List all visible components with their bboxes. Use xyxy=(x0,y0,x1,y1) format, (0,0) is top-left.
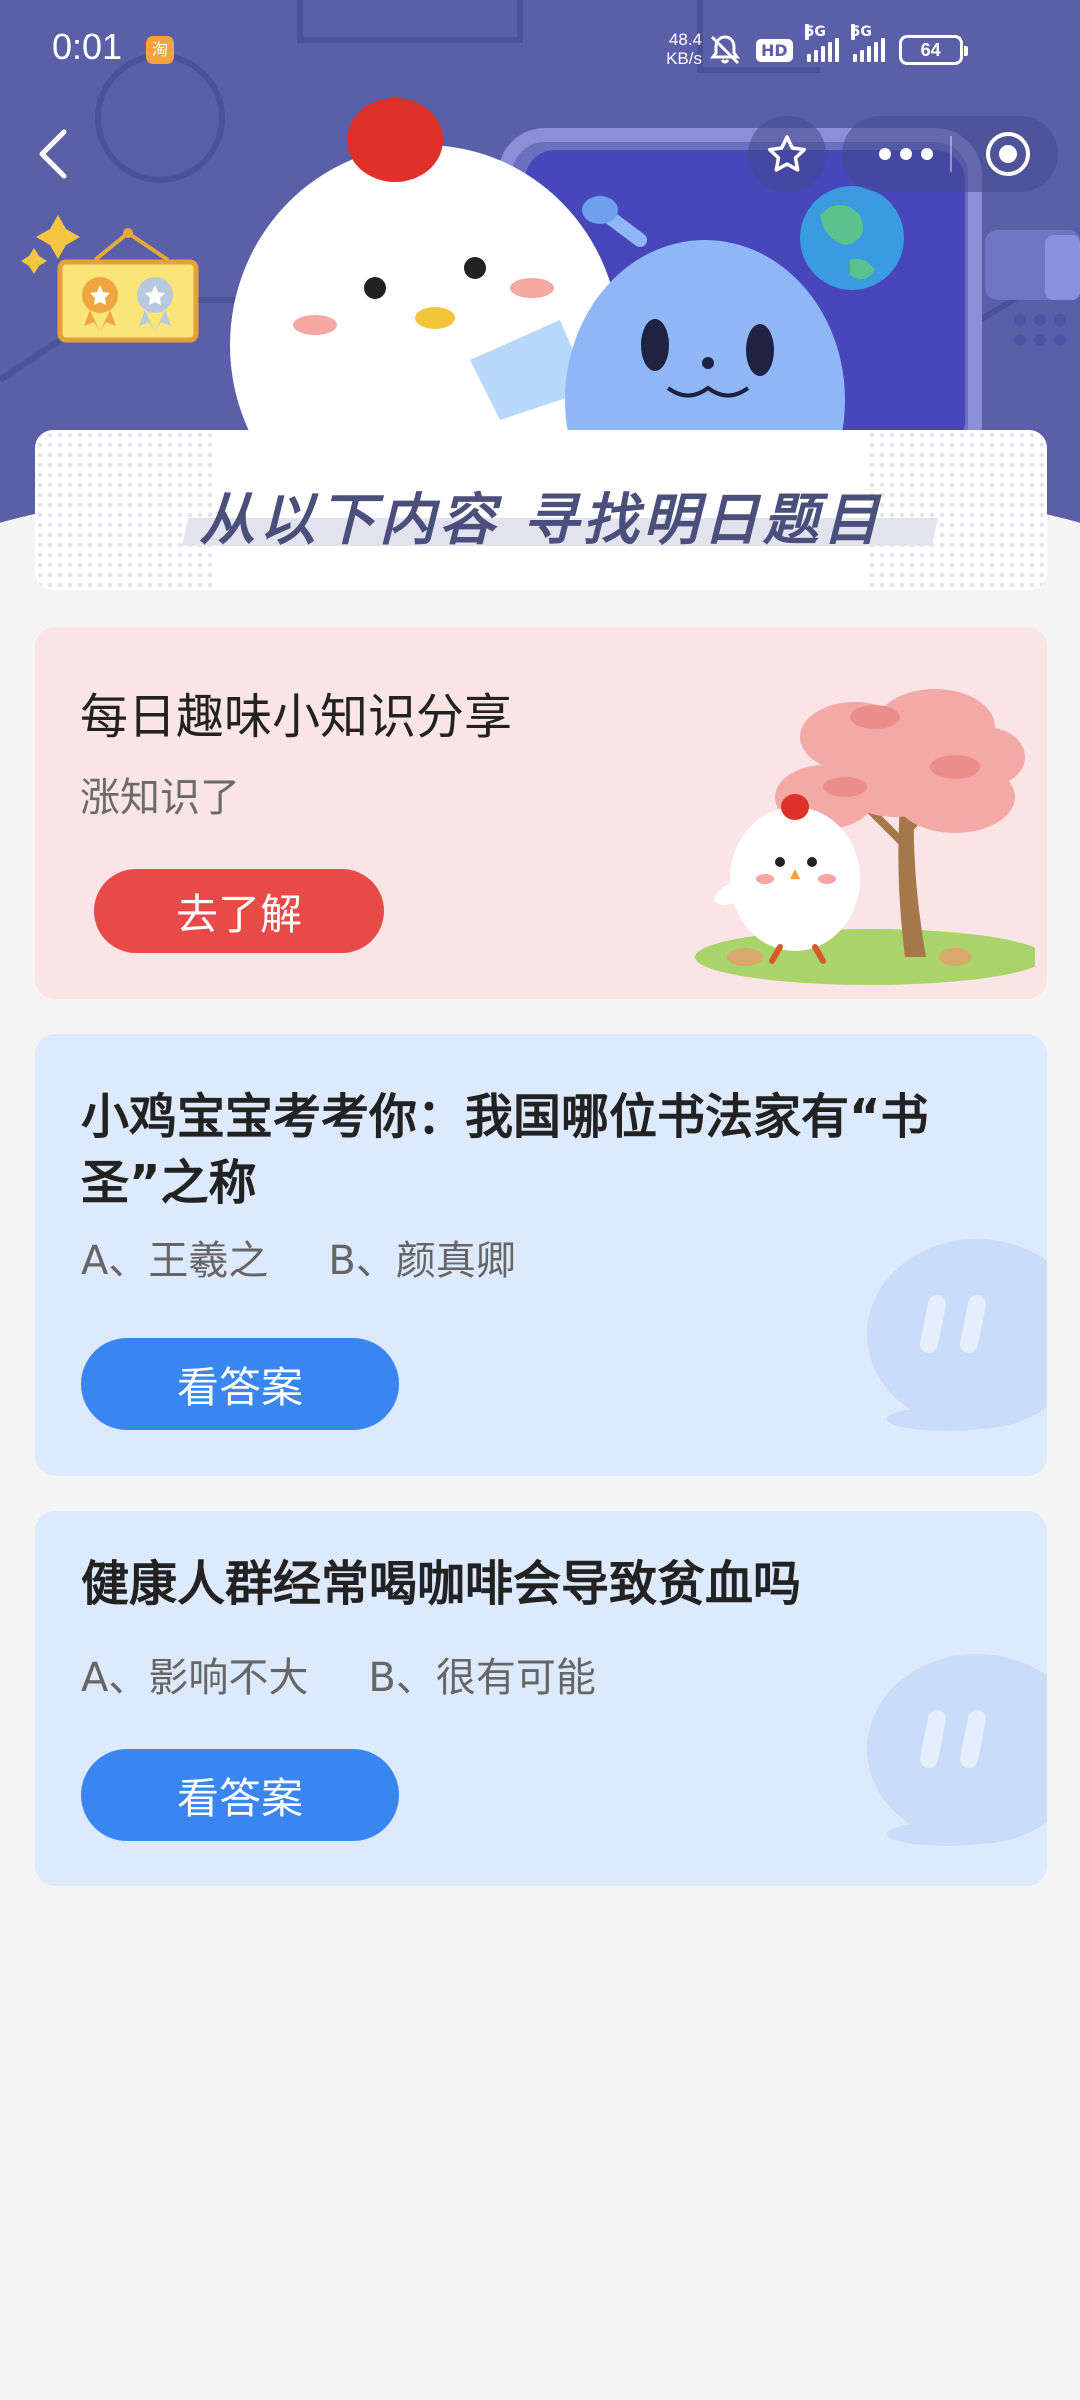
mini-program-capsule xyxy=(748,116,1058,192)
option-b: B、很有可能 xyxy=(368,1655,596,1701)
mute-bell-icon xyxy=(710,35,740,65)
network-speed-unit: KB/s xyxy=(666,49,702,68)
close-mini-program-button[interactable] xyxy=(970,116,1046,192)
question-card: 小鸡宝宝考考你：我国哪位书法家有“书圣”之称 A、王羲之 B、颜真卿 看答案 xyxy=(35,1034,1047,1476)
chick-tree-illustration xyxy=(695,689,1035,985)
target-circle-icon xyxy=(986,132,1030,176)
capsule-divider xyxy=(950,136,952,172)
battery-level: 64 xyxy=(920,39,941,60)
knowledge-title: 每日趣味小知识分享 xyxy=(80,689,513,745)
sim2-network-label: 5G xyxy=(850,24,872,40)
status-time: 0:01 xyxy=(52,26,123,67)
status-bar: 0:01 淘 48.4 KB/s HD 5G 5G 64 xyxy=(0,0,1080,100)
chevron-left-icon xyxy=(39,129,67,179)
find-question-banner: 从以下内容 寻找明日题目 xyxy=(35,430,1047,590)
question-title: 健康人群经常喝咖啡会导致贫血吗 xyxy=(81,1556,802,1612)
view-answer-button[interactable]: 看答案 xyxy=(81,1749,399,1841)
status-icons: HD 5G 5G 64 xyxy=(708,24,968,72)
signal-icon-sim2: 5G xyxy=(850,24,885,62)
star-icon xyxy=(767,135,807,172)
hd-voice-icon: HD xyxy=(756,38,793,62)
more-dots-icon xyxy=(879,148,933,160)
battery-icon: 64 xyxy=(898,35,968,65)
question-title: 小鸡宝宝考考你：我国哪位书法家有“书圣”之称 xyxy=(81,1089,929,1211)
question-options: A、影响不大 B、很有可能 xyxy=(81,1645,596,1703)
option-a: A、王羲之 xyxy=(81,1238,269,1284)
banner-title: 从以下内容 寻找明日题目 xyxy=(199,488,883,553)
sim1-network-label: 5G xyxy=(804,24,826,40)
signal-icon-sim1: 5G xyxy=(804,24,839,62)
taobao-notification-icon: 淘 xyxy=(146,36,174,64)
knowledge-subtitle: 涨知识了 xyxy=(80,775,240,821)
chat-bubble-icon xyxy=(867,1239,1047,1431)
daily-knowledge-card[interactable]: 每日趣味小知识分享 涨知识了 去了解 xyxy=(35,627,1047,999)
question-options: A、王羲之 B、颜真卿 xyxy=(81,1228,516,1286)
favorite-button[interactable] xyxy=(748,116,826,192)
network-speed: 48.4 KB/s xyxy=(652,30,702,68)
question-card: 健康人群经常喝咖啡会导致贫血吗 A、影响不大 B、很有可能 看答案 xyxy=(35,1511,1047,1886)
network-speed-value: 48.4 xyxy=(668,30,702,49)
option-a: A、影响不大 xyxy=(81,1655,309,1701)
view-answer-button[interactable]: 看答案 xyxy=(81,1338,399,1430)
learn-more-button[interactable]: 去了解 xyxy=(94,869,384,953)
more-button[interactable] xyxy=(866,116,946,192)
capsule-menu xyxy=(842,116,1058,192)
chat-bubble-icon xyxy=(867,1654,1047,1846)
option-b: B、颜真卿 xyxy=(328,1238,516,1284)
back-button[interactable] xyxy=(26,118,86,188)
